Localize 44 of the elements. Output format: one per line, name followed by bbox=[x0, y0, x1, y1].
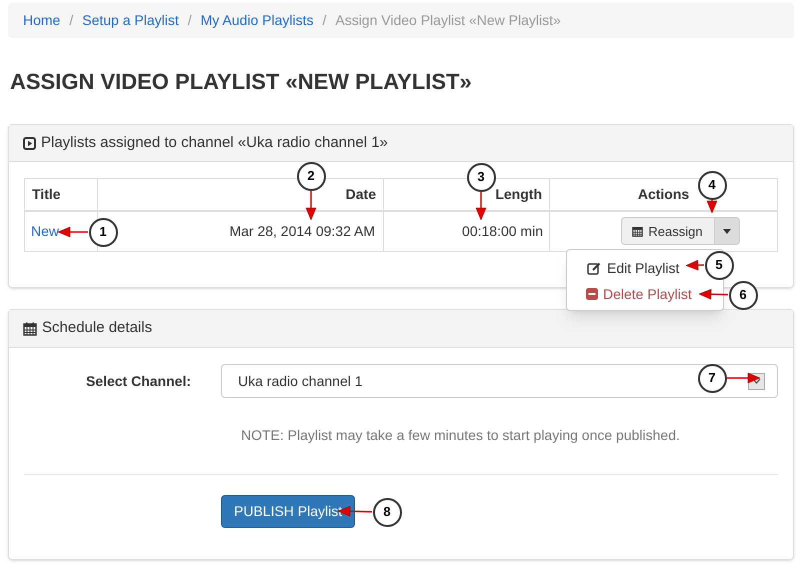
menu-item[interactable]: Edit Playlist bbox=[567, 255, 682, 281]
breadcrumb-link[interactable]: Home bbox=[23, 10, 60, 31]
dropdown-toggle[interactable] bbox=[714, 217, 740, 246]
playlist-link[interactable]: New bbox=[31, 222, 60, 239]
callout-number: 7 bbox=[698, 364, 726, 392]
play-icon bbox=[23, 136, 36, 150]
note-text: NOTE: Playlist may take a few minutes to start playing once published. bbox=[241, 426, 681, 444]
field-label: Select Channel: bbox=[84, 372, 191, 390]
calendar-icon bbox=[23, 322, 37, 336]
callout-number: 6 bbox=[728, 280, 758, 310]
callout-number: 4 bbox=[698, 170, 726, 200]
pointer-arrow bbox=[686, 260, 704, 271]
breadcrumb-link[interactable]: My Audio Playlists bbox=[200, 10, 314, 31]
publish-button[interactable]: PUBLISH Playlist bbox=[221, 495, 356, 528]
pointer-arrow bbox=[706, 200, 718, 214]
pointer-arrow bbox=[58, 226, 88, 238]
breadcrumb-link[interactable]: Setup a Playlist bbox=[82, 10, 179, 31]
pointer-arrow bbox=[476, 192, 486, 220]
edit-icon bbox=[587, 262, 601, 274]
pointer-arrow bbox=[306, 191, 316, 220]
breadcrumb-separator: / bbox=[186, 11, 193, 30]
column-header: Date bbox=[346, 186, 376, 202]
table-cell: Mar 28, 2014 09:32 AM bbox=[229, 222, 375, 239]
pointer-arrow bbox=[698, 289, 728, 300]
breadcrumb-current: Assign Video Playlist «New Playlist» bbox=[335, 11, 561, 30]
table-cell: 00:18:00 min bbox=[462, 222, 543, 239]
column-header: Actions bbox=[638, 186, 690, 202]
callout-number: 1 bbox=[88, 218, 118, 246]
pointer-arrow bbox=[727, 372, 760, 384]
column-header: Title bbox=[32, 186, 61, 202]
callout-number: 2 bbox=[296, 162, 326, 190]
caret-icon bbox=[722, 228, 730, 234]
breadcrumb-separator: / bbox=[321, 11, 328, 30]
callout-number: 8 bbox=[372, 498, 402, 526]
page-title: ASSIGN VIDEO PLAYLIST «NEW PLAYLIST» bbox=[9, 70, 473, 94]
panel-title: Schedule details bbox=[42, 318, 152, 338]
panel-title: Playlists assigned to channel «Uka radio channel 1» bbox=[41, 132, 388, 153]
breadcrumb-separator: / bbox=[68, 11, 74, 30]
column-header: Length bbox=[495, 186, 542, 202]
calendar-icon bbox=[632, 226, 644, 237]
reassign-button[interactable]: Reassign bbox=[620, 217, 714, 246]
minus-icon bbox=[586, 288, 598, 300]
callout-number: 3 bbox=[466, 162, 496, 192]
menu-item[interactable]: Delete Playlist bbox=[567, 281, 694, 307]
